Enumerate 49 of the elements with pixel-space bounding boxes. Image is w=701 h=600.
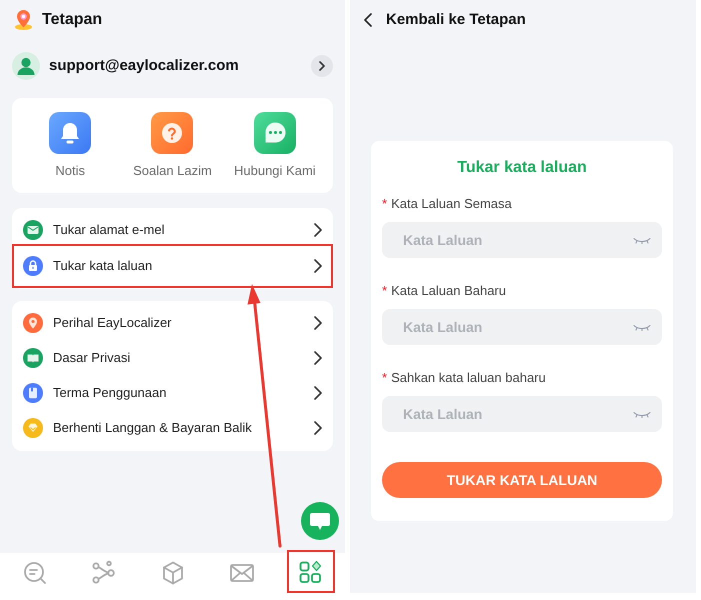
document-icon [23, 383, 43, 403]
avatar-icon [12, 52, 40, 80]
required-mark: * [382, 196, 388, 212]
back-button[interactable]: Kembali ke Tetapan [364, 8, 526, 32]
apps-grid-icon [298, 558, 324, 584]
account-email: support@eaylocalizer.com [49, 56, 239, 76]
menu-item[interactable]: Berhenti Langgan & Bayaran Balik [12, 410, 333, 446]
speech-bubble-icon [254, 112, 296, 154]
speech-bubble-icon [310, 512, 330, 530]
password-field[interactable]: Kata Laluan [382, 396, 662, 432]
closed-eye-icon[interactable] [633, 324, 651, 331]
field-label: Sahkan kata laluan baharu [391, 370, 546, 386]
chat-button[interactable] [301, 502, 339, 540]
book-icon [23, 348, 43, 368]
envelope-icon [23, 220, 43, 240]
chevron-right-icon [314, 316, 322, 330]
chevron-right-icon [319, 61, 325, 71]
closed-eye-icon[interactable] [633, 411, 651, 418]
chevron-right-icon [314, 386, 322, 400]
menu-item[interactable]: Terma Penggunaan [12, 376, 333, 410]
password-field[interactable]: Kata Laluan [382, 222, 662, 258]
account-arrow-button[interactable] [311, 55, 333, 77]
map-pin-icon [23, 313, 43, 333]
password-field[interactable]: Kata Laluan [382, 309, 662, 345]
chevron-right-icon [314, 351, 322, 365]
field-label: Kata Laluan Semasa [391, 196, 512, 212]
chevron-right-icon [314, 223, 322, 237]
menu-item[interactable]: Perihal EayLocalizer [12, 306, 333, 340]
shortcut-button[interactable]: Notis [19, 112, 122, 180]
lock-icon [23, 256, 43, 276]
question-icon [151, 112, 194, 154]
shortcut-button[interactable]: Soalan Lazim [121, 112, 224, 180]
share-icon [90, 560, 116, 586]
required-mark: * [382, 370, 388, 386]
closed-eye-icon[interactable] [633, 237, 651, 244]
search-icon [22, 560, 48, 586]
menu-item[interactable]: Dasar Privasi [12, 340, 333, 376]
screen-title: Tetapan [42, 10, 102, 30]
nav-tab[interactable] [286, 550, 334, 593]
form-title: Tukar kata laluan [456, 158, 588, 178]
menu-item[interactable]: Tukar kata laluan [12, 244, 333, 288]
chevron-right-icon [314, 258, 322, 272]
chevron-left-icon [364, 13, 372, 27]
field-label: Kata Laluan Baharu [391, 283, 506, 299]
bell-icon [49, 112, 92, 154]
chevron-right-icon [314, 421, 322, 435]
shortcut-button[interactable]: Hubungi Kami [224, 112, 326, 180]
location-pin-icon [15, 10, 32, 30]
required-mark: * [382, 283, 388, 299]
